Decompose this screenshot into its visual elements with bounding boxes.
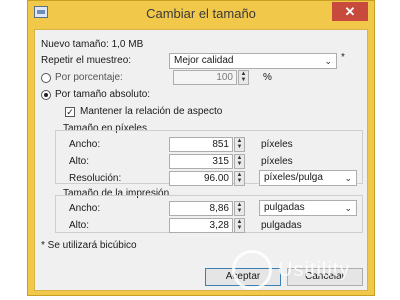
resolution-input[interactable]: 96.00 bbox=[169, 171, 233, 186]
chevron-down-icon: ⌄ bbox=[344, 173, 352, 183]
resample-value: Mejor calidad bbox=[174, 55, 234, 66]
chevron-down-icon: ⌄ bbox=[324, 56, 332, 66]
percent-unit: % bbox=[263, 72, 272, 83]
pixel-height-label: Alto: bbox=[69, 156, 90, 167]
watermark-text: Usitility bbox=[278, 259, 351, 281]
print-width-input[interactable]: 8,86 bbox=[169, 201, 233, 216]
percent-input[interactable]: 100 bbox=[173, 70, 237, 85]
pixel-width-label: Ancho: bbox=[69, 139, 101, 150]
pixel-width-input[interactable]: 851 bbox=[169, 137, 233, 152]
resolution-unit-value: píxeles/pulga bbox=[264, 172, 323, 183]
new-size-label: Nuevo tamaño: 1,0 MB bbox=[41, 39, 144, 50]
resolution-spinner[interactable]: ▲ ▼ bbox=[234, 171, 245, 186]
usitility-logo-icon bbox=[232, 250, 272, 290]
percent-label: Por porcentaje: bbox=[55, 72, 123, 83]
absolute-label: Por tamaño absoluto: bbox=[55, 89, 151, 100]
keep-ratio-label: Mantener la relación de aspecto bbox=[80, 106, 223, 117]
absolute-radio[interactable] bbox=[41, 90, 51, 100]
print-width-label: Ancho: bbox=[69, 203, 101, 214]
resolution-label: Resolución: bbox=[69, 173, 122, 184]
print-height-unit: pulgadas bbox=[261, 220, 302, 231]
title-bar[interactable]: Cambiar el tamaño ✕ bbox=[28, 1, 374, 27]
bicubic-footnote: * Se utilizará bicúbico bbox=[41, 240, 137, 251]
percent-spinner[interactable]: ▲ ▼ bbox=[238, 70, 249, 85]
pixel-height-input[interactable]: 315 bbox=[169, 154, 233, 169]
close-button[interactable]: ✕ bbox=[332, 2, 368, 21]
pixel-height-unit: píxeles bbox=[261, 156, 293, 167]
print-height-input[interactable]: 3,28 bbox=[169, 218, 233, 233]
print-height-spinner[interactable]: ▲ ▼ bbox=[234, 218, 245, 233]
chevron-down-icon: ⌄ bbox=[344, 203, 352, 213]
resolution-unit-select[interactable]: píxeles/pulga ⌄ bbox=[259, 170, 357, 186]
print-height-label: Alto: bbox=[69, 220, 90, 231]
resample-label: Repetir el muestreo: bbox=[41, 55, 132, 66]
print-unit-select[interactable]: pulgadas ⌄ bbox=[259, 200, 357, 216]
pixel-width-unit: píxeles bbox=[261, 139, 293, 150]
resample-note-marker: * bbox=[341, 52, 345, 63]
usitility-watermark: Usitility bbox=[232, 250, 400, 292]
pixel-height-spinner[interactable]: ▲ ▼ bbox=[234, 154, 245, 169]
pixel-width-spinner[interactable]: ▲ ▼ bbox=[234, 137, 245, 152]
dialog-title: Cambiar el tamaño bbox=[146, 6, 256, 21]
percent-radio[interactable] bbox=[41, 73, 51, 83]
keep-ratio-checkbox[interactable]: ✓ bbox=[65, 107, 75, 117]
print-width-unit: pulgadas bbox=[264, 202, 305, 213]
print-width-spinner[interactable]: ▲ ▼ bbox=[234, 201, 245, 216]
resample-select[interactable]: Mejor calidad ⌄ bbox=[169, 53, 337, 69]
